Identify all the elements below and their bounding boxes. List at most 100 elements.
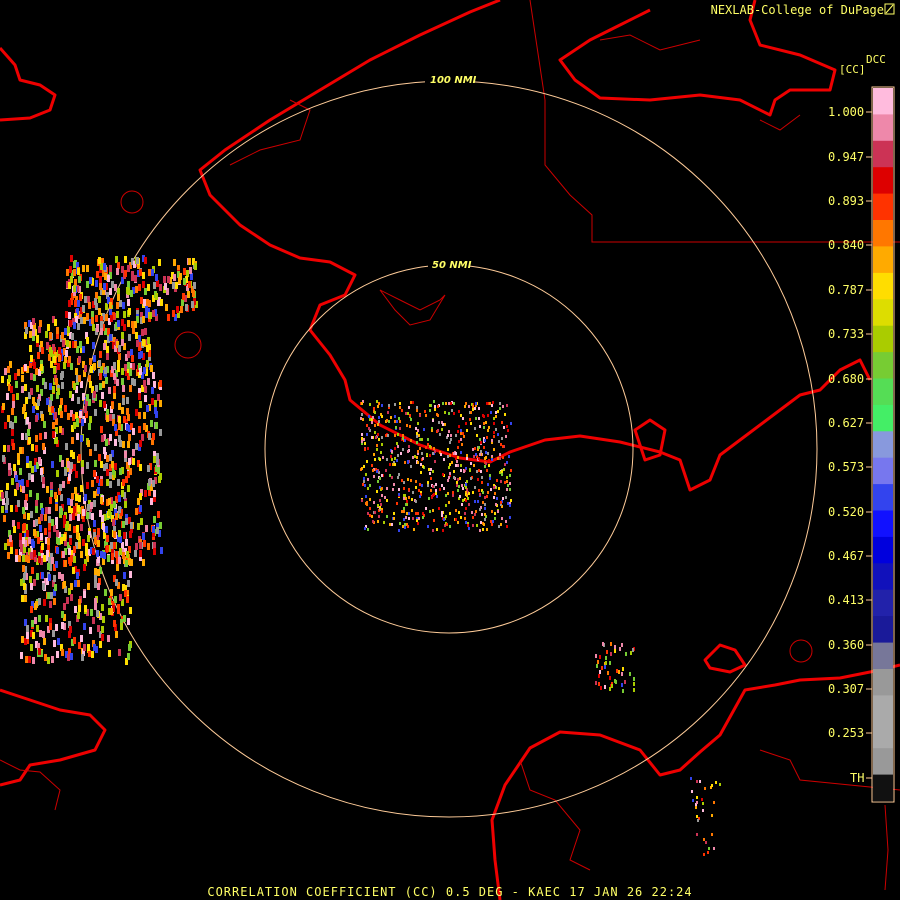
echo-pixel <box>39 525 42 532</box>
echo-pixel <box>10 505 13 512</box>
echo-pixel <box>76 525 79 532</box>
echo-pixel <box>60 411 63 418</box>
echo-pixel <box>498 487 500 490</box>
echo-pixel <box>461 503 463 506</box>
echo-pixel <box>474 447 476 450</box>
echo-pixel <box>472 524 474 527</box>
echo-pixel <box>33 529 36 536</box>
radar-map: 100 NMI 50 NMI <box>0 0 900 900</box>
echo-pixel <box>100 366 103 373</box>
echo-pixel <box>58 347 61 354</box>
legend-tick-label: 0.413 <box>828 593 865 607</box>
echo-pixel <box>393 517 395 520</box>
echo-pixel <box>460 429 462 432</box>
echo-pixel <box>422 457 424 460</box>
echo-pixel <box>99 351 102 358</box>
echo-pixel <box>595 654 597 658</box>
echo-pixel <box>444 423 446 426</box>
echo-pixel <box>391 450 393 453</box>
echo-pixel <box>39 320 42 327</box>
echo-pixel <box>397 454 399 457</box>
echo-pixel <box>493 417 495 420</box>
echo-pixel <box>26 480 29 487</box>
echo-pixel <box>361 440 363 443</box>
echo-pixel <box>122 441 125 448</box>
echo-pixel <box>482 501 484 504</box>
echo-pixel <box>156 280 159 287</box>
echo-pixel <box>21 375 24 382</box>
echo-pixel <box>132 428 135 435</box>
echo-pixel <box>473 455 475 458</box>
echo-pixel <box>499 453 501 456</box>
echo-pixel <box>404 523 406 526</box>
echo-pixel <box>20 652 23 659</box>
echo-pixel <box>368 427 370 430</box>
echo-pixel <box>499 407 501 410</box>
echo-pixel <box>127 320 130 327</box>
echo-pixel <box>430 468 432 471</box>
echo-pixel <box>412 456 414 459</box>
echo-pixel <box>94 409 97 416</box>
echo-pixel <box>53 598 56 605</box>
echo-pixel <box>508 455 510 458</box>
echo-pixel <box>483 422 485 425</box>
echo-pixel <box>146 345 149 352</box>
echo-pixel <box>73 383 76 390</box>
echo-pixel <box>701 798 703 801</box>
echo-pixel <box>27 513 30 520</box>
echo-pixel <box>54 492 57 499</box>
echo-pixel <box>21 479 24 486</box>
echo-pixel <box>78 642 81 649</box>
echo-pixel <box>122 385 125 392</box>
echo-pixel <box>63 534 66 541</box>
echo-pixel <box>461 484 463 487</box>
echo-pixel <box>378 402 380 405</box>
echo-pixel <box>470 462 472 465</box>
echo-pixel <box>167 276 170 283</box>
echo-pixel <box>86 462 89 469</box>
echo-pixel <box>6 498 9 505</box>
echo-pixel <box>450 434 452 437</box>
echo-pixel <box>360 417 362 420</box>
echo-pixel <box>107 328 110 335</box>
echo-pixel <box>4 422 7 429</box>
echo-pixel <box>369 484 371 487</box>
echo-pixel <box>372 469 374 472</box>
echo-pixel <box>477 478 479 481</box>
echo-pixel <box>182 293 185 300</box>
echo-pixel <box>190 273 193 280</box>
echo-pixel <box>183 268 186 275</box>
echo-pixel <box>89 381 92 388</box>
echo-pixel <box>101 392 104 399</box>
echo-pixel <box>436 528 438 531</box>
echo-pixel <box>434 405 436 408</box>
echo-pixel <box>486 469 488 472</box>
echo-pixel <box>460 464 462 467</box>
echo-pixel <box>478 489 480 492</box>
echo-pixel <box>445 504 447 507</box>
echo-pixel <box>134 550 137 557</box>
echo-pixel <box>453 476 455 479</box>
echo-pixel <box>448 402 450 405</box>
echo-pixel <box>460 451 462 454</box>
inland-shore-6 <box>599 34 701 51</box>
echo-pixel <box>14 416 17 423</box>
echo-pixel <box>475 417 477 420</box>
echo-pixel <box>142 281 145 288</box>
echo-pixel <box>429 404 431 407</box>
legend-band <box>873 721 893 749</box>
echo-pixel <box>432 452 434 455</box>
echo-pixel <box>596 664 598 668</box>
echo-pixel <box>110 315 113 322</box>
legend-band <box>873 246 893 274</box>
echo-pixel <box>129 468 132 475</box>
echo-pixel <box>121 378 124 385</box>
echo-pixel <box>429 409 431 412</box>
legend-tick-label: 0.840 <box>828 238 865 252</box>
echo-pixel <box>389 523 391 526</box>
echo-pixel <box>502 456 504 459</box>
echo-pixel <box>388 420 390 423</box>
echo-pixel <box>426 453 428 456</box>
echo-pixel <box>113 362 116 369</box>
echo-pixel <box>173 259 176 266</box>
